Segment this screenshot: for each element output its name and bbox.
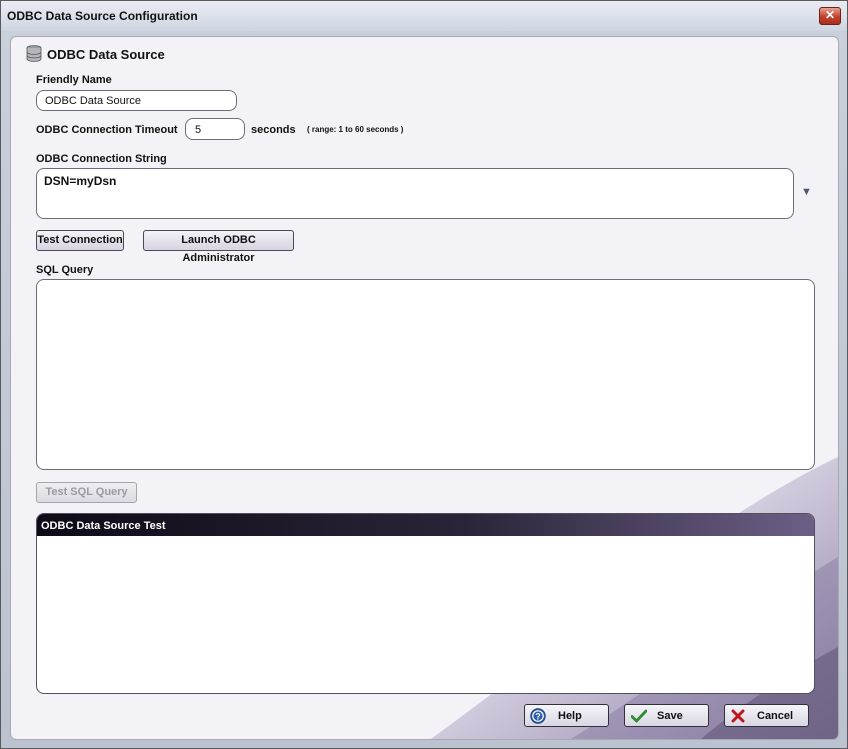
test-results-content — [37, 536, 814, 548]
checkmark-icon — [631, 709, 647, 723]
save-button-label: Save — [657, 710, 683, 722]
main-panel: ODBC Data Source Friendly Name ODBC Data… — [10, 36, 839, 740]
connection-string-dropdown-icon[interactable]: ▼ — [801, 186, 812, 198]
save-button[interactable]: Save — [624, 704, 709, 727]
help-button[interactable]: ? Help — [524, 704, 609, 727]
svg-text:?: ? — [535, 711, 541, 721]
close-icon: ✕ — [824, 8, 836, 22]
test-panel-header: ODBC Data Source Test — [37, 514, 814, 536]
test-connection-button[interactable]: Test Connection — [36, 230, 124, 251]
help-button-label: Help — [558, 710, 582, 722]
connection-string-input[interactable]: DSN=myDsn — [36, 168, 794, 219]
window-title: ODBC Data Source Configuration — [7, 9, 198, 23]
title-bar[interactable]: ODBC Data Source Configuration ✕ — [1, 1, 847, 31]
test-sql-query-button: Test SQL Query — [36, 482, 137, 503]
x-icon — [731, 709, 745, 723]
help-icon: ? — [530, 708, 546, 724]
database-icon — [26, 45, 42, 62]
cancel-button-label: Cancel — [757, 710, 794, 722]
dialog-window: ODBC Data Source Configuration ✕ ODBC Da… — [0, 0, 848, 749]
sql-query-label: SQL Query — [36, 264, 94, 276]
friendly-name-label: Friendly Name — [36, 74, 112, 86]
section-title: ODBC Data Source — [47, 47, 165, 62]
timeout-range-note: ( range: 1 to 60 seconds ) — [307, 125, 404, 134]
sql-query-textarea[interactable] — [36, 279, 815, 470]
test-results-panel: ODBC Data Source Test — [36, 513, 815, 694]
friendly-name-input[interactable]: ODBC Data Source — [36, 90, 237, 111]
timeout-input[interactable]: 5 — [185, 118, 245, 140]
connection-string-label: ODBC Connection String — [36, 153, 167, 165]
close-button[interactable]: ✕ — [819, 7, 841, 25]
launch-odbc-admin-button[interactable]: Launch ODBC Administrator — [143, 230, 294, 264]
timeout-unit: seconds — [251, 124, 296, 136]
timeout-label: ODBC Connection Timeout — [36, 124, 178, 136]
cancel-button[interactable]: Cancel — [724, 704, 809, 727]
